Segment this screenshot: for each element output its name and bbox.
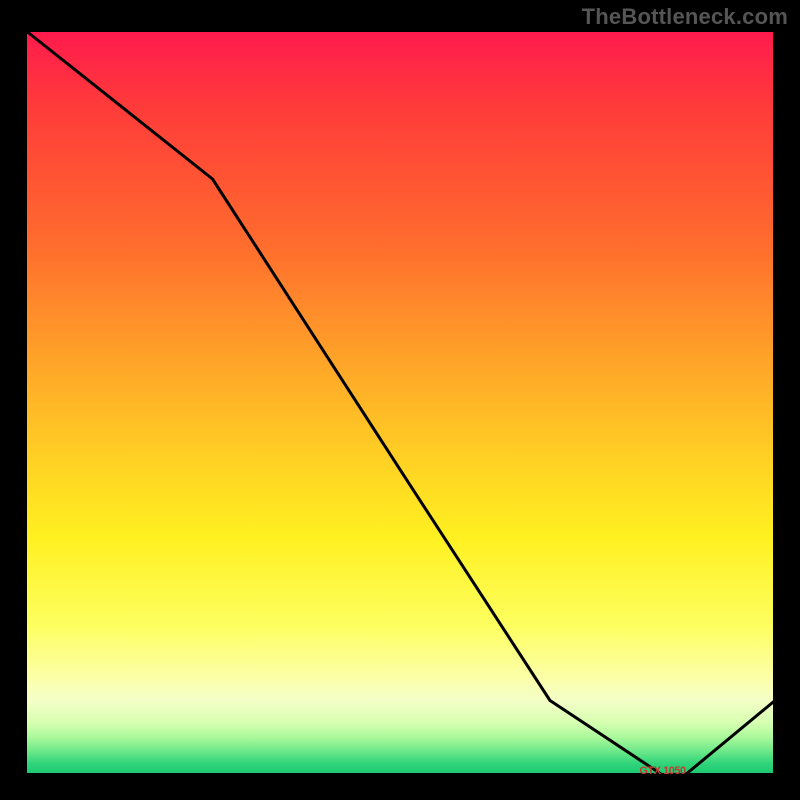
watermark-text: TheBottleneck.com bbox=[582, 4, 788, 30]
chart-stage: TheBottleneck.com GTX 1050 bbox=[0, 0, 800, 800]
plot-area: GTX 1050 bbox=[25, 30, 775, 775]
annotation-label: GTX 1050 bbox=[639, 765, 685, 777]
chart-line bbox=[25, 30, 775, 775]
chart-line-path bbox=[25, 30, 775, 775]
